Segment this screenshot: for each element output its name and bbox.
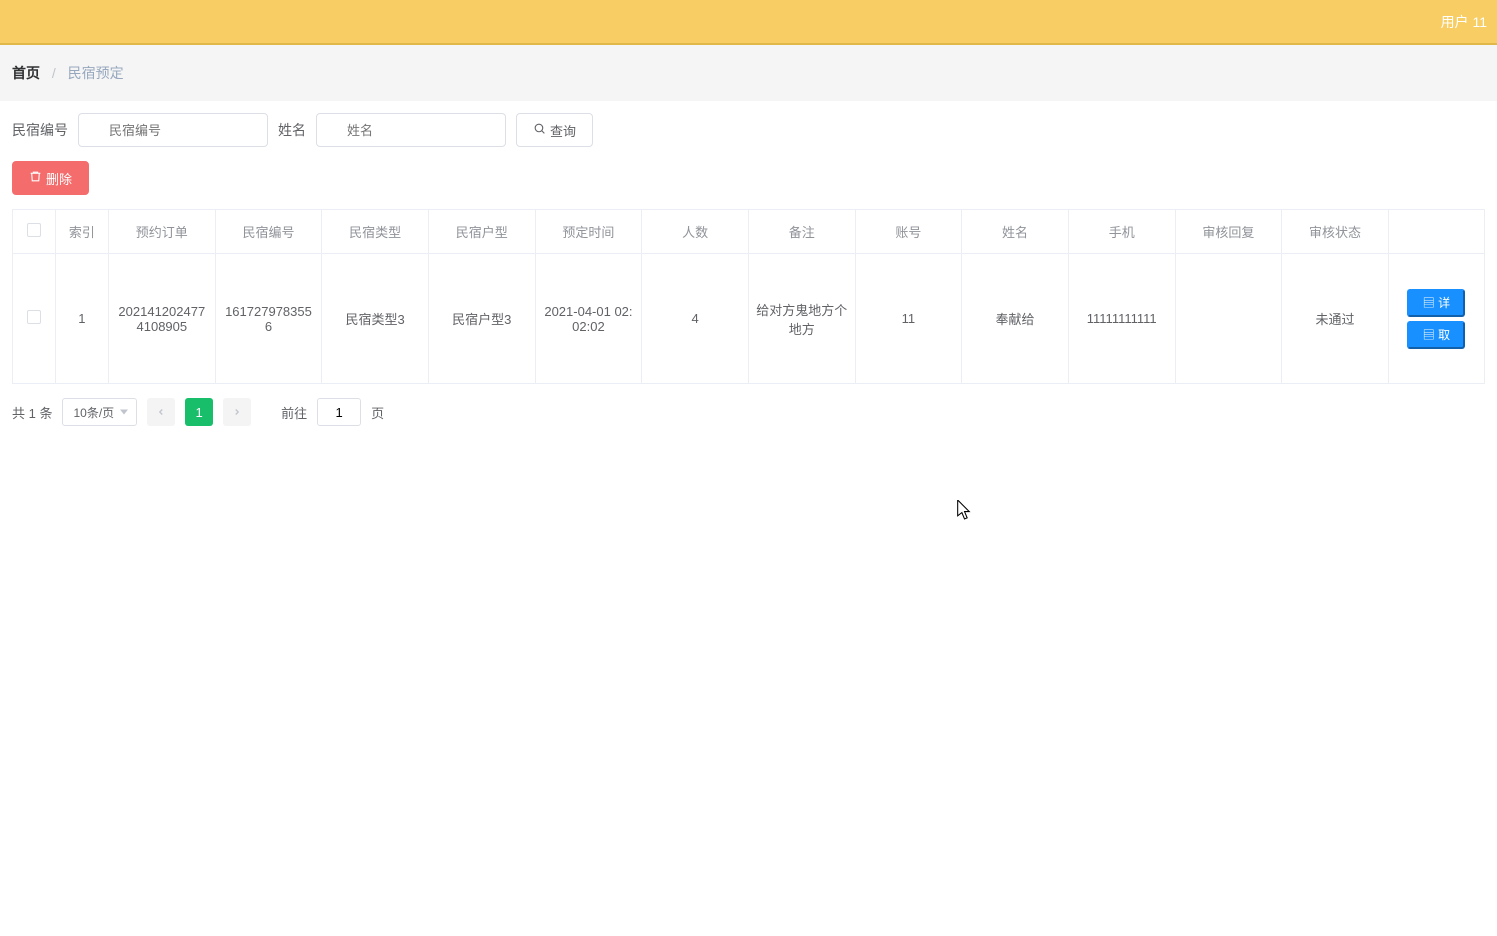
code-label: 民宿编号	[12, 120, 68, 140]
col-order: 预约订单	[108, 210, 215, 254]
document-icon: ▤	[1423, 328, 1435, 342]
action-row: 删除	[12, 161, 1485, 195]
row-checkbox[interactable]	[27, 310, 41, 324]
cell-index: 1	[55, 254, 108, 384]
query-label: 查询	[550, 121, 576, 140]
cell-phone: 11111111111	[1068, 254, 1175, 384]
trash-icon	[29, 170, 42, 186]
cell-time: 2021-04-01 02:02:02	[535, 254, 642, 384]
name-label: 姓名	[278, 120, 306, 140]
cell-actions: ▤ 详 ▤ 取	[1388, 254, 1484, 384]
cell-people: 4	[642, 254, 749, 384]
prev-page-button[interactable]	[147, 398, 175, 426]
cell-status: 未通过	[1282, 254, 1389, 384]
select-all-checkbox[interactable]	[27, 223, 41, 237]
goto-label: 前往	[281, 403, 307, 422]
breadcrumb-home[interactable]: 首页	[12, 65, 40, 81]
page-1-button[interactable]: 1	[185, 398, 213, 426]
cancel-button[interactable]: ▤ 取	[1407, 321, 1465, 349]
col-phone: 手机	[1068, 210, 1175, 254]
cell-house: 民宿户型3	[428, 254, 535, 384]
cell-account: 11	[855, 254, 962, 384]
breadcrumb: 首页 / 民宿预定	[0, 45, 1497, 101]
cell-name: 奉献给	[962, 254, 1069, 384]
page-size-select[interactable]: 10条/页	[62, 398, 137, 426]
cell-code: 1617279783556	[215, 254, 322, 384]
detail-button[interactable]: ▤ 详	[1407, 289, 1465, 317]
name-input[interactable]	[316, 113, 506, 147]
col-type: 民宿类型	[322, 210, 429, 254]
page-suffix: 页	[371, 403, 384, 422]
breadcrumb-current: 民宿预定	[68, 65, 124, 81]
pagination: 共 1 条 10条/页 1 前往 页	[12, 398, 1485, 426]
table-row: 1 2021412024774108905 1617279783556 民宿类型…	[13, 254, 1485, 384]
col-reply: 审核回复	[1175, 210, 1282, 254]
col-actions	[1388, 210, 1484, 254]
user-label: 用户 11	[1441, 12, 1487, 32]
code-input[interactable]	[78, 113, 268, 147]
col-note: 备注	[748, 210, 855, 254]
cell-order: 2021412024774108905	[108, 254, 215, 384]
goto-input[interactable]	[317, 398, 361, 426]
cell-note: 给对方鬼地方个地方	[748, 254, 855, 384]
col-index: 索引	[55, 210, 108, 254]
total-text: 共 1 条	[12, 403, 52, 422]
col-name: 姓名	[962, 210, 1069, 254]
cursor-icon	[957, 500, 971, 523]
top-bar: 用户 11	[0, 0, 1497, 45]
col-status: 审核状态	[1282, 210, 1389, 254]
search-row: 民宿编号 姓名 查询	[12, 113, 1485, 147]
search-icon	[533, 122, 546, 138]
col-account: 账号	[855, 210, 962, 254]
chevron-left-icon	[156, 407, 166, 417]
table-header-row: 索引 预约订单 民宿编号 民宿类型 民宿户型 预定时间 人数 备注 账号 姓名 …	[13, 210, 1485, 254]
cell-reply	[1175, 254, 1282, 384]
cancel-label: 取	[1438, 328, 1450, 342]
breadcrumb-separator: /	[52, 65, 56, 81]
query-button[interactable]: 查询	[516, 113, 593, 147]
page-size-value: 10条/页	[73, 404, 114, 421]
col-code: 民宿编号	[215, 210, 322, 254]
cell-type: 民宿类型3	[322, 254, 429, 384]
detail-label: 详	[1438, 296, 1450, 310]
chevron-right-icon	[232, 407, 242, 417]
delete-button[interactable]: 删除	[12, 161, 89, 195]
col-time: 预定时间	[535, 210, 642, 254]
delete-label: 删除	[46, 169, 72, 188]
col-people: 人数	[642, 210, 749, 254]
next-page-button[interactable]	[223, 398, 251, 426]
document-icon: ▤	[1423, 296, 1435, 310]
data-table: 索引 预约订单 民宿编号 民宿类型 民宿户型 预定时间 人数 备注 账号 姓名 …	[12, 209, 1485, 384]
col-house: 民宿户型	[428, 210, 535, 254]
